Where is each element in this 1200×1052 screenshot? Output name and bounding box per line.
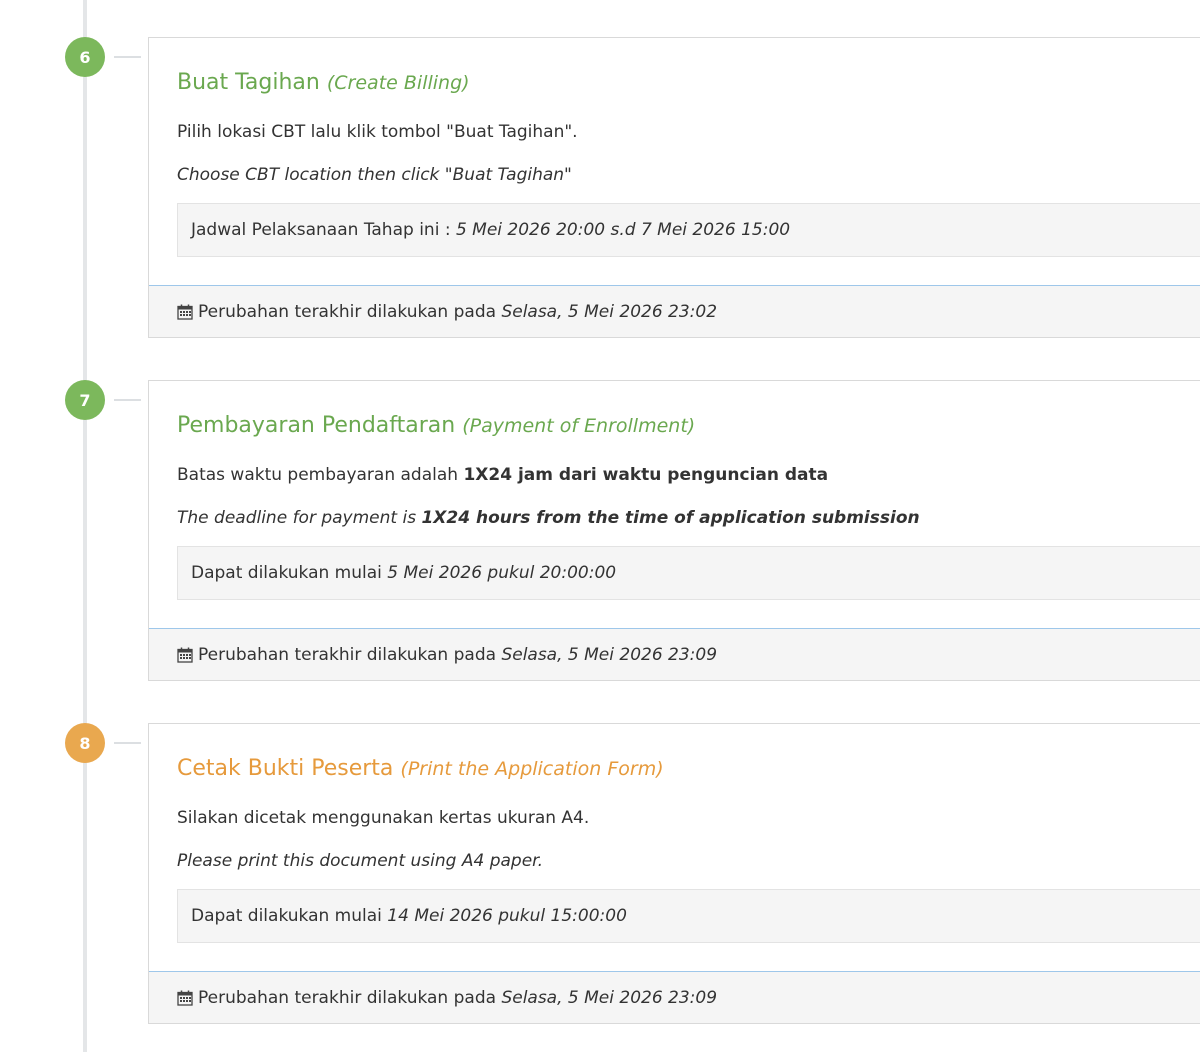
step-title-english: (Payment of Enrollment) — [462, 415, 696, 437]
step-title-english: (Print the Application Form) — [400, 758, 664, 780]
calendar-icon — [177, 990, 193, 1006]
step-title-english: (Create Billing) — [326, 72, 470, 94]
calendar-icon — [177, 647, 193, 663]
step-description-english: Please print this document using A4 pape… — [177, 851, 543, 871]
step-number-badge: 8 — [65, 723, 105, 763]
timeline-connector — [114, 399, 141, 401]
step-card-body: Pembayaran Pendaftaran (Payment of Enrol… — [149, 381, 1200, 628]
step-title-text: Buat Tagihan — [177, 70, 320, 95]
schedule-box: Dapat dilakukan mulai 5 Mei 2026 pukul 2… — [177, 546, 1200, 600]
step-card: Buat Tagihan (Create Billing) Pilih loka… — [148, 37, 1200, 338]
timeline-connector — [114, 56, 141, 58]
step-title: Pembayaran Pendaftaran (Payment of Enrol… — [177, 411, 1200, 441]
step-number-badge: 6 — [65, 37, 105, 77]
step-card: Cetak Bukti Peserta (Print the Applicati… — [148, 723, 1200, 1024]
step-title: Cetak Bukti Peserta (Print the Applicati… — [177, 754, 1200, 784]
footer-label: Perubahan terakhir dilakukan pada — [198, 644, 502, 665]
step-description: Silakan dicetak menggunakan kertas ukura… — [177, 808, 590, 828]
footer-label: Perubahan terakhir dilakukan pada — [198, 301, 502, 322]
timeline-connector — [114, 742, 141, 744]
step-card-body: Cetak Bukti Peserta (Print the Applicati… — [149, 724, 1200, 971]
step-description: Batas waktu pembayaran adalah 1X24 jam d… — [177, 463, 1200, 487]
description-english-emphasis: 1X24 hours from the time of application … — [421, 508, 920, 528]
schedule-label: Dapat dilakukan mulai — [191, 906, 388, 926]
description-emphasis: 1X24 jam dari waktu penguncian data — [463, 465, 829, 485]
step-card-footer: Perubahan terakhir dilakukan pada Selasa… — [149, 285, 1200, 337]
step-card: Pembayaran Pendaftaran (Payment of Enrol… — [148, 380, 1200, 681]
description-english-prefix: The deadline for payment is — [177, 508, 422, 528]
step-number-badge: 7 — [65, 380, 105, 420]
step-card-footer: Perubahan terakhir dilakukan pada Selasa… — [149, 971, 1200, 1023]
step-title-text: Pembayaran Pendaftaran — [177, 413, 456, 438]
step-description-english: Choose CBT location then click "Buat Tag… — [177, 165, 572, 185]
step-title: Buat Tagihan (Create Billing) — [177, 68, 1200, 98]
footer-timestamp: Selasa, 5 Mei 2026 23:02 — [501, 301, 718, 322]
schedule-value: 5 Mei 2026 pukul 20:00:00 — [387, 563, 617, 583]
timeline-line — [83, 0, 87, 1052]
footer-timestamp: Selasa, 5 Mei 2026 23:09 — [501, 644, 718, 665]
step-description-english: The deadline for payment is 1X24 hours f… — [177, 506, 1200, 530]
footer-timestamp: Selasa, 5 Mei 2026 23:09 — [501, 987, 718, 1008]
schedule-label: Jadwal Pelaksanaan Tahap ini : — [191, 220, 456, 240]
calendar-icon — [177, 304, 193, 320]
schedule-box: Jadwal Pelaksanaan Tahap ini : 5 Mei 202… — [177, 203, 1200, 257]
step-card-body: Buat Tagihan (Create Billing) Pilih loka… — [149, 38, 1200, 285]
schedule-value: 5 Mei 2026 20:00 s.d 7 Mei 2026 15:00 — [455, 220, 791, 240]
step-description: Pilih lokasi CBT lalu klik tombol "Buat … — [177, 122, 578, 142]
footer-label: Perubahan terakhir dilakukan pada — [198, 987, 502, 1008]
step-title-text: Cetak Bukti Peserta — [177, 756, 394, 781]
description-prefix: Batas waktu pembayaran adalah — [177, 465, 464, 485]
step-card-footer: Perubahan terakhir dilakukan pada Selasa… — [149, 628, 1200, 680]
schedule-box: Dapat dilakukan mulai 14 Mei 2026 pukul … — [177, 889, 1200, 943]
schedule-value: 14 Mei 2026 pukul 15:00:00 — [387, 906, 627, 926]
schedule-label: Dapat dilakukan mulai — [191, 563, 388, 583]
